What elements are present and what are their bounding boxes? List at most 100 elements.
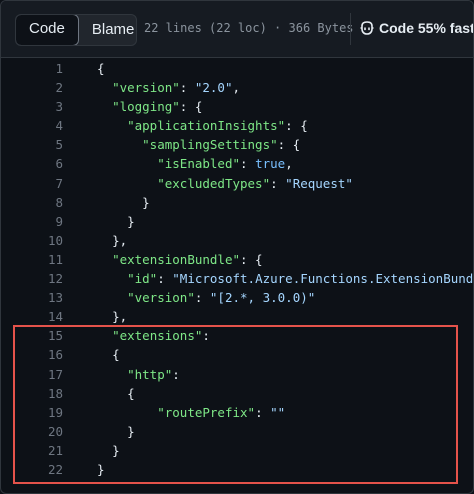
code-token: : xyxy=(255,404,271,420)
code-token: } xyxy=(142,194,150,210)
line-source: "version": "[2.*, 3.0.0)" xyxy=(63,288,315,307)
line-number[interactable]: 17 xyxy=(1,365,63,384)
code-line: 12 "id": "Microsoft.Azure.Functions.Exte… xyxy=(1,269,473,288)
code-token: "2.0" xyxy=(194,80,233,96)
code-token: "excludedTypes" xyxy=(157,175,271,191)
code-line: 14 }, xyxy=(1,307,473,326)
line-number[interactable]: 16 xyxy=(1,345,63,364)
code-token: }, xyxy=(112,309,128,325)
code-line: 4 "applicationInsights": { xyxy=(1,116,473,135)
tab-blame[interactable]: Blame xyxy=(79,15,136,45)
line-source: }, xyxy=(63,307,127,326)
code-line: 1{ xyxy=(1,59,473,78)
line-source: } xyxy=(63,212,135,231)
code-token: } xyxy=(127,213,135,229)
copilot-promo-label: Code 55% faster w xyxy=(379,20,473,36)
code-token: "applicationInsights" xyxy=(127,118,286,134)
line-number[interactable]: 9 xyxy=(1,212,63,231)
line-number[interactable]: 19 xyxy=(1,403,63,422)
line-source: } xyxy=(63,460,105,479)
line-number[interactable]: 5 xyxy=(1,135,63,154)
code-token: : { xyxy=(277,137,301,153)
code-line: 6 "isEnabled": true, xyxy=(1,154,473,173)
line-number[interactable]: 14 xyxy=(1,307,63,326)
tab-code[interactable]: Code xyxy=(16,15,79,45)
code-token: { xyxy=(127,385,135,401)
line-source: "routePrefix": "" xyxy=(63,403,285,422)
line-source: { xyxy=(63,384,135,403)
line-source: "version": "2.0", xyxy=(63,78,240,97)
line-number[interactable]: 2 xyxy=(1,78,63,97)
line-number[interactable]: 13 xyxy=(1,288,63,307)
line-number[interactable]: 7 xyxy=(1,174,63,193)
code-token: , xyxy=(232,80,241,96)
code-line: 17 "http": xyxy=(1,365,473,384)
line-source: "isEnabled": true, xyxy=(63,154,293,173)
code-token: "Request" xyxy=(285,175,353,191)
line-number[interactable]: 8 xyxy=(1,193,63,212)
code-token: "Microsoft.Azure.Functions.ExtensionBund… xyxy=(172,271,474,287)
code-token: "http" xyxy=(127,366,173,382)
code-line: 15 "extensions": xyxy=(1,326,473,345)
code-line: 22} xyxy=(1,460,473,479)
code-token: } xyxy=(97,461,105,477)
code-token: { xyxy=(97,61,105,76)
code-line: 5 "samplingSettings": { xyxy=(1,135,473,154)
code-token: "logging" xyxy=(112,99,180,115)
view-mode-switch: Code Blame xyxy=(15,14,137,46)
code-token: , xyxy=(285,156,293,172)
code-token: true xyxy=(255,156,286,172)
code-token: : xyxy=(172,366,180,382)
code-token: : { xyxy=(285,118,308,134)
line-number[interactable]: 15 xyxy=(1,326,63,345)
code-view: 1{2 "version": "2.0", 3 "logging": {4 "ap… xyxy=(1,59,473,479)
line-source: "logging": { xyxy=(63,97,202,116)
line-number[interactable]: 21 xyxy=(1,441,63,460)
line-source: "extensionBundle": { xyxy=(63,250,263,269)
code-line: 7 "excludedTypes": "Request" xyxy=(1,174,473,193)
code-token: : xyxy=(240,156,256,172)
code-token: { xyxy=(112,347,120,363)
line-number[interactable]: 6 xyxy=(1,154,63,173)
code-token: : xyxy=(270,175,286,191)
code-token: "version" xyxy=(127,290,195,306)
line-number[interactable]: 18 xyxy=(1,384,63,403)
code-token: "routePrefix" xyxy=(157,404,256,420)
line-number[interactable]: 4 xyxy=(1,116,63,135)
line-number[interactable]: 10 xyxy=(1,231,63,250)
code-line: 8 } xyxy=(1,193,473,212)
line-source: { xyxy=(63,59,105,78)
code-line: 16 { xyxy=(1,345,473,364)
code-token: "extensions" xyxy=(112,328,203,344)
code-token: "version" xyxy=(112,80,180,96)
line-number[interactable]: 12 xyxy=(1,269,63,288)
line-source: "http": xyxy=(63,365,180,384)
line-number[interactable]: 1 xyxy=(1,59,63,78)
line-source: } xyxy=(63,193,150,212)
line-number[interactable]: 22 xyxy=(1,460,63,479)
line-number[interactable]: 11 xyxy=(1,250,63,269)
code-token: : { xyxy=(240,251,263,267)
line-source: "samplingSettings": { xyxy=(63,135,300,154)
line-source: "applicationInsights": { xyxy=(63,116,308,135)
line-source: } xyxy=(63,441,120,460)
code-token: "isEnabled" xyxy=(157,156,241,172)
line-source: }, xyxy=(63,231,127,250)
code-line: 11 "extensionBundle": { xyxy=(1,250,473,269)
line-source: } xyxy=(63,422,135,441)
code-line: 21 } xyxy=(1,441,473,460)
line-source: "extensions": xyxy=(63,326,210,345)
copilot-promo-button[interactable]: Code 55% faster w xyxy=(359,20,473,36)
line-number[interactable]: 20 xyxy=(1,422,63,441)
line-source: "excludedTypes": "Request" xyxy=(63,174,353,193)
code-line: 19 "routePrefix": "" xyxy=(1,403,473,422)
code-token: "id" xyxy=(127,271,158,287)
line-number[interactable]: 3 xyxy=(1,97,63,116)
file-toolbar: Code Blame 22 lines (22 loc) · 366 Bytes… xyxy=(1,1,473,58)
copilot-icon xyxy=(360,21,374,35)
line-source: { xyxy=(63,345,120,364)
toolbar-divider xyxy=(350,13,351,45)
file-meta: 22 lines (22 loc) · 366 Bytes xyxy=(144,21,354,35)
code-token: : xyxy=(157,271,173,287)
code-line: 18 { xyxy=(1,384,473,403)
